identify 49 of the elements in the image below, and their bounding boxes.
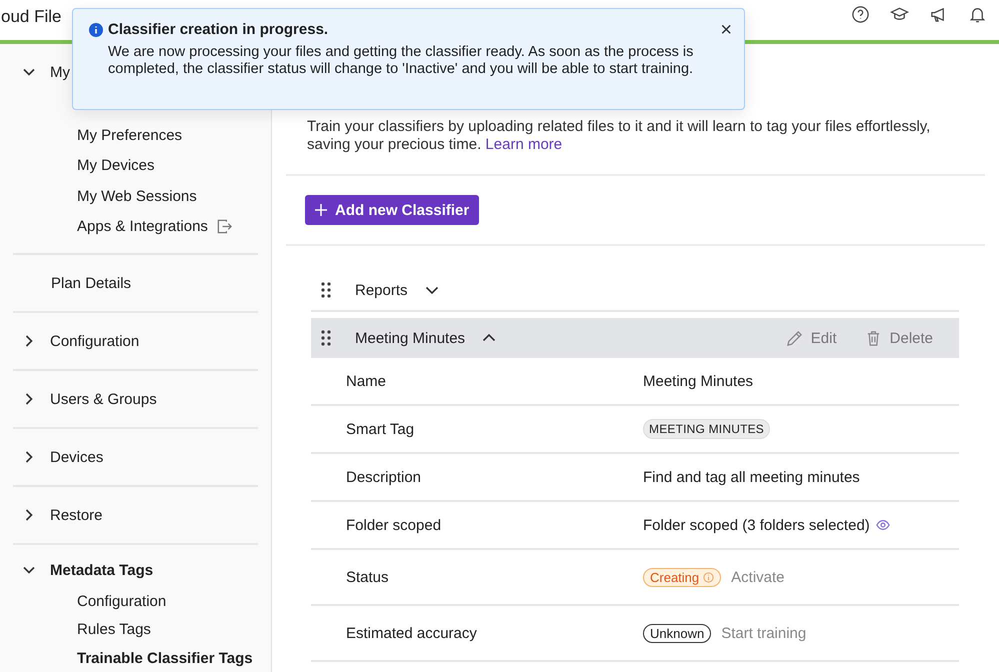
detail-value: Folder scoped (3 folders selected) [643,516,870,534]
sidebar-item[interactable]: My [50,64,70,80]
description-text: saving your precious time. [307,136,482,153]
description-text: Train your classifiers by uploading related files to it and it will learn to tag your files effortlessly, [307,118,932,136]
sidebar-item[interactable]: Users & Groups [50,390,157,408]
sidebar-item[interactable]: Restore [50,506,103,524]
info-icon [89,23,103,37]
detail-label: Status [345,568,390,586]
drag-handle-icon[interactable] [319,329,333,347]
detail-value: Meeting Minutes [643,372,754,390]
info-icon [703,572,714,582]
activate-button[interactable]: Activate [731,568,784,586]
detail-value: Find and tag all meeting minutes [643,468,860,486]
edit-button[interactable]: Edit [786,330,837,346]
detail-label: Name [345,372,388,390]
start-training-button[interactable]: Start training [721,624,806,642]
classifier-header[interactable]: Meeting Minutes Edit Delete [311,318,959,358]
sidebar-subitem[interactable]: Rules Tags [77,621,151,638]
smart-tag: MEETING MINUTES [643,419,770,439]
sidebar-subitem[interactable]: My Devices [77,157,155,174]
eye-icon[interactable] [876,518,890,532]
classifier-name[interactable]: Meeting Minutes [355,330,466,346]
toast-title: Classifier creation in progress. [108,21,330,38]
accuracy-badge: Unknown [643,624,712,642]
sidebar-item[interactable]: Plan Details [13,274,132,292]
status-badge: Creating [643,568,722,586]
classifier-name[interactable]: Reports [355,282,408,298]
sidebar-item[interactable]: Devices [50,448,104,466]
close-button[interactable]: × [720,21,732,39]
detail-label: Folder scoped [345,516,442,534]
detail-label: Smart Tag [345,420,416,438]
add-classifier-button[interactable]: Add new Classifier [305,195,480,225]
sidebar-item[interactable]: Configuration [50,332,140,350]
learn-more-link[interactable]: Learn more [485,136,562,153]
sidebar-subitem[interactable]: My Web Sessions [77,188,197,205]
sidebar-item[interactable]: Metadata Tags [50,562,154,578]
detail-label: Description [345,468,422,486]
sidebar-subitem[interactable]: My Preferences [77,126,182,144]
sidebar-subitem[interactable]: Trainable Classifier Tags [77,650,253,667]
app-title: oud File [1,7,62,27]
pencil-icon [786,330,803,346]
help-icon[interactable] [851,4,870,24]
sidebar-subitem[interactable]: Configuration [77,592,166,610]
detail-label: Estimated accuracy [345,624,478,642]
delete-button[interactable]: Delete [864,330,933,346]
drag-handle-icon[interactable] [319,281,333,299]
toast-message: We are now processing your files and getting the classifier ready. As soon as the process is completed, the classifier status will change to 'Inactive' and you will be able to start training. [108,44,694,78]
sidebar-subitem[interactable]: Apps & Integrations [77,218,208,236]
plus-icon [315,204,327,216]
